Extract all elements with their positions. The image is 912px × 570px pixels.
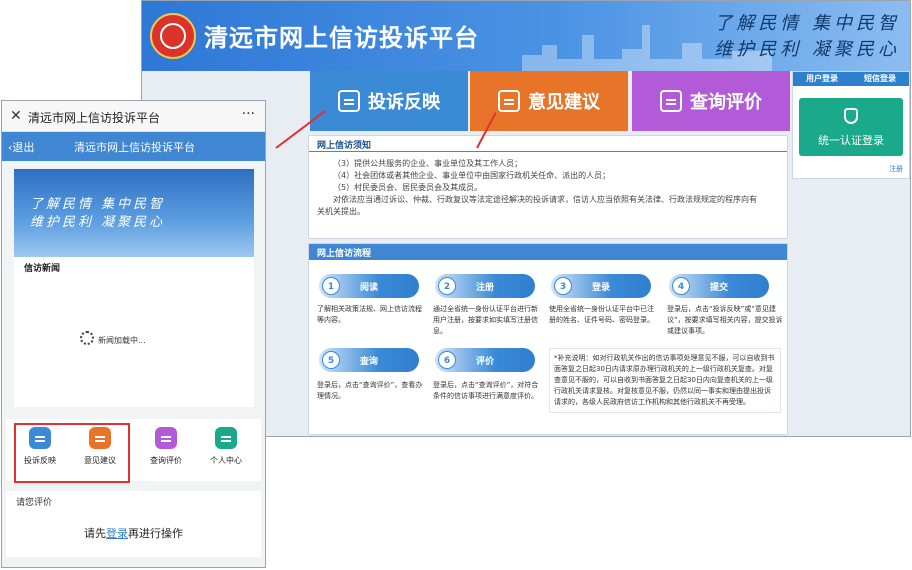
mobile-profile-button[interactable]: 个人中心 <box>198 427 254 466</box>
step-label: 阅读 <box>359 283 378 293</box>
step-label: 提交 <box>709 283 728 293</box>
step-submit: 4 提交 <box>669 274 769 298</box>
login-hint-prefix: 请先 <box>84 527 106 540</box>
step-login: 3 登录 <box>551 274 651 298</box>
query-icon <box>660 90 682 112</box>
mobile-window-title: 清远市网上信访投诉平台 <box>28 111 161 125</box>
register-link[interactable]: 注册 <box>889 164 903 174</box>
notice-line: （4）社会团体或者其他企业、事业单位中由国家行政机关任命、派出的人员； <box>333 171 611 180</box>
step-register: 2 注册 <box>435 274 535 298</box>
loading-text: 新闻加载中... <box>98 336 146 345</box>
process-header: 网上信访流程 <box>309 244 787 260</box>
notice-panel: 网上信访须知 （3）提供公共服务的企业、事业单位及其工作人员； （4）社会团体或… <box>308 135 788 239</box>
notice-header: 网上信访须知 <box>309 136 787 152</box>
page-title: 清远市网上信访投诉平台 <box>204 24 479 52</box>
query-tile-label: 查询评价 <box>690 92 762 113</box>
step-evaluate: 6 评价 <box>435 348 535 372</box>
suggestion-tile-label: 意见建议 <box>528 92 600 113</box>
more-icon[interactable]: ··· <box>242 106 255 122</box>
step-label: 注册 <box>475 283 494 293</box>
desktop-header: 清远市网上信访投诉平台 了解民情 集中民智 维护民利 凝聚民心 <box>142 1 910 71</box>
step-desc: 登录后，点击“投诉反映”或“意见建议”，按要求填写相关内容，提交投诉或建议事项。 <box>667 305 783 335</box>
mobile-query-button[interactable]: 查询评价 <box>138 427 194 466</box>
complaint-tile-label: 投诉反映 <box>368 92 440 113</box>
mobile-nav-title: 清远市网上信访投诉平台 <box>74 141 195 154</box>
notice-line: （5）村民委员会、居民委员会及其成员。 <box>333 183 483 192</box>
highlight-box <box>14 423 130 483</box>
notice-line: 关机关提出。 <box>317 207 365 216</box>
news-title: 信访新闻 <box>24 264 61 274</box>
process-panel: 网上信访流程 1 阅读 了解相关政策法规、网上信访流程等内容。 2 注册 通过全… <box>308 243 788 435</box>
suggestion-tile[interactable]: 意见建议 <box>470 71 628 131</box>
mobile-icon-label: 个人中心 <box>210 456 242 465</box>
unified-login-label: 统一认证登录 <box>818 134 884 147</box>
complaint-tile[interactable]: 投诉反映 <box>310 71 468 131</box>
step-desc: 登录后，点击“查询评价”，查看办理情况。 <box>317 381 423 400</box>
loading-spinner-icon <box>80 331 94 345</box>
login-link[interactable]: 登录 <box>106 527 128 540</box>
mobile-navbar: ‹退出 清远市网上信访投诉平台 <box>2 132 265 161</box>
slogan-line-2: 维护民利 凝聚民心 <box>714 39 900 60</box>
mobile-banner: 了解民情 集中民智 维护民利 凝聚民心 <box>14 169 254 257</box>
query-tile[interactable]: 查询评价 <box>632 71 790 131</box>
step-label: 评价 <box>475 357 494 367</box>
login-tabs: 用户登录 短信登录 <box>793 72 909 86</box>
step-desc: 使用全省统一身份认证平台中已注册的姓名、证件号码、密码登录。 <box>549 305 654 324</box>
step-desc: 登录后，点击“查询评价”，对符合条件的信访事项进行满意度评价。 <box>433 381 539 400</box>
mobile-titlebar: ✕ 清远市网上信访投诉平台 ··· <box>2 101 265 132</box>
user-icon <box>215 427 237 449</box>
step-label: 登录 <box>591 283 610 293</box>
close-icon[interactable]: ✕ <box>10 108 22 124</box>
step-read: 1 阅读 <box>319 274 419 298</box>
step-desc: 了解相关政策法规、网上信访流程等内容。 <box>317 305 422 324</box>
notice-line: （3）提供公共服务的企业、事业单位及其工作人员； <box>333 159 523 168</box>
step-desc: 通过全省统一身份认证平台进行新用户注册，按要求如实填写注册信息。 <box>433 305 538 335</box>
login-hint-suffix: 再进行操作 <box>128 527 183 540</box>
rating-section: 请您评价 请先登录再进行操作 <box>6 491 261 557</box>
complaint-icon <box>338 90 360 112</box>
unified-login-button[interactable]: 统一认证登录 <box>799 98 903 156</box>
back-button[interactable]: ‹退出 <box>8 139 34 155</box>
rating-title: 请您评价 <box>16 498 53 508</box>
banner-slogan-1: 了解民情 集中民智 <box>30 197 166 212</box>
tab-user-login[interactable]: 用户登录 <box>793 72 851 86</box>
suggestion-icon <box>498 90 520 112</box>
shield-icon <box>844 108 858 124</box>
banner-slogan-2: 维护民利 凝聚民心 <box>30 215 166 230</box>
emblem-logo <box>150 13 196 59</box>
news-section: 信访新闻 新闻加载中... <box>14 257 254 407</box>
login-panel: 用户登录 短信登录 统一认证登录 注册 <box>792 71 910 179</box>
query-icon <box>155 427 177 449</box>
slogan-line-1: 了解民情 集中民智 <box>714 13 900 34</box>
login-hint: 请先登录再进行操作 <box>6 525 261 541</box>
tab-sms-login[interactable]: 短信登录 <box>851 72 909 86</box>
supplement-note: *补充说明：如对行政机关作出的信访事项处理意见不服，可以自收到书面答复之日起30… <box>549 348 781 413</box>
step-label: 查询 <box>359 357 378 367</box>
mobile-icon-label: 查询评价 <box>150 456 182 465</box>
step-query: 5 查询 <box>319 348 419 372</box>
mobile-window: ✕ 清远市网上信访投诉平台 ··· ‹退出 清远市网上信访投诉平台 了解民情 集… <box>1 100 266 568</box>
notice-line: 对依法应当通过诉讼、仲裁、行政复议等法定途径解决的投诉请求，信访人应当依照有关法… <box>333 195 757 204</box>
